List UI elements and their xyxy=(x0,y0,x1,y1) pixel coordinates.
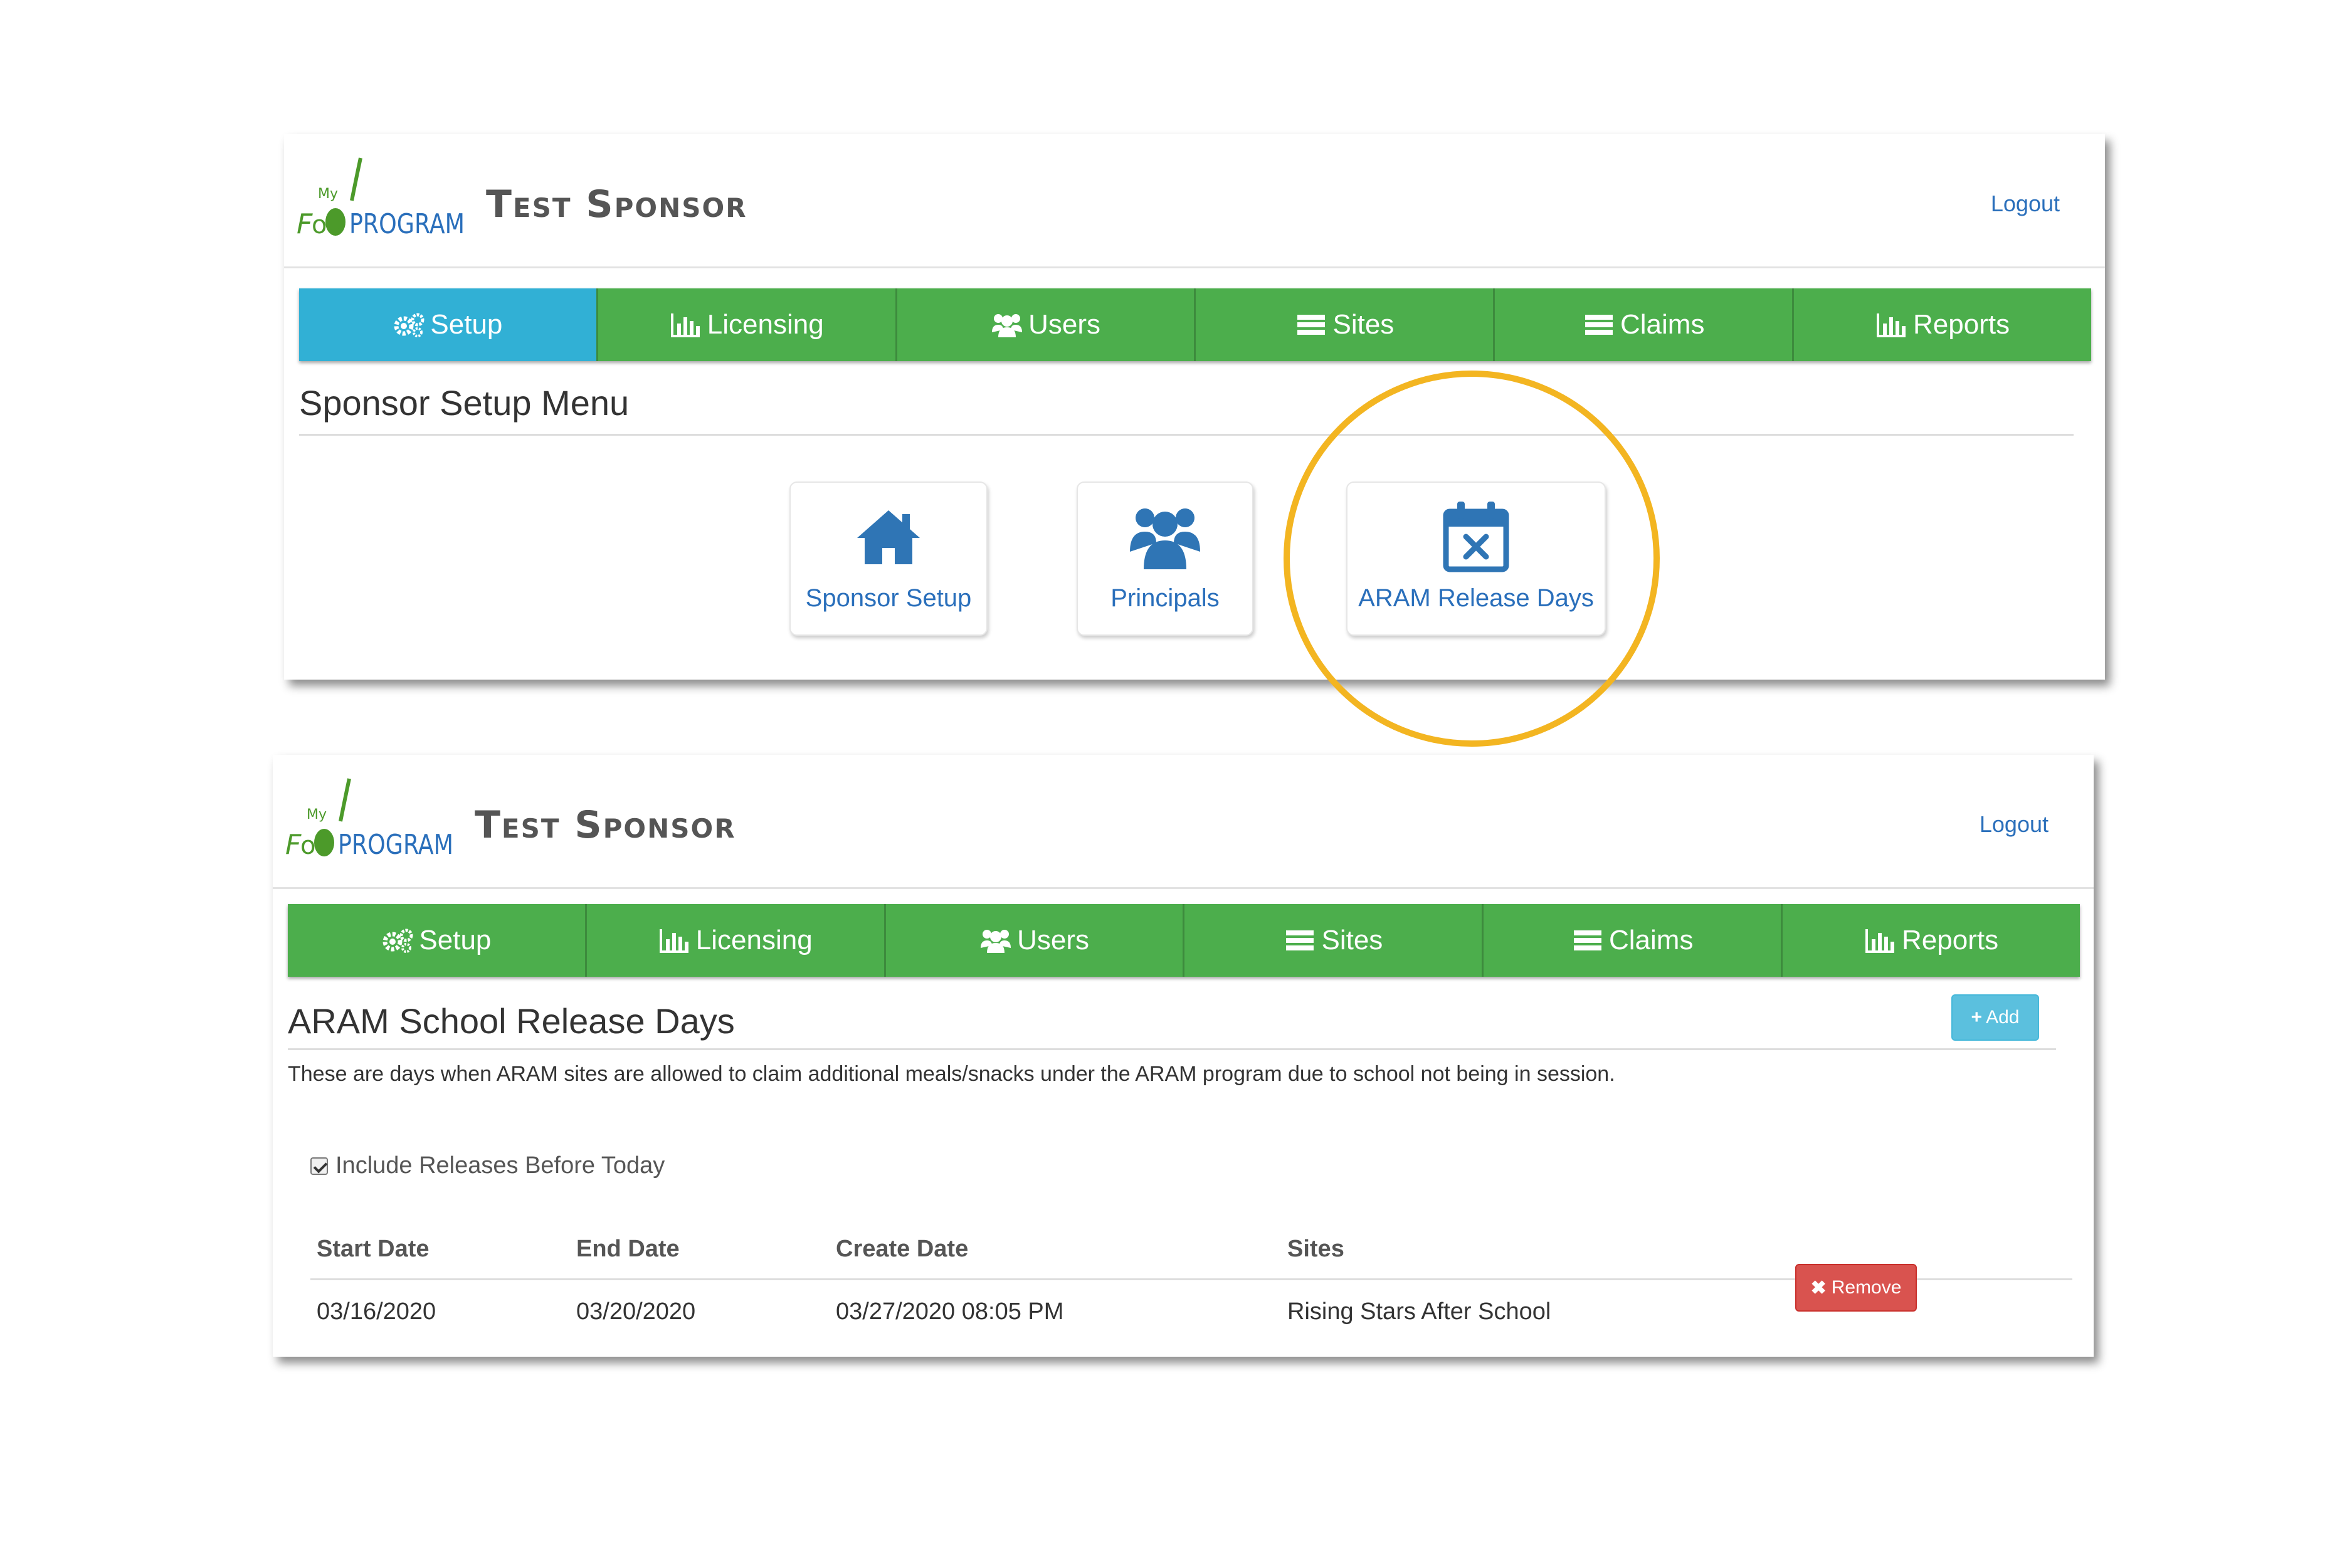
title-divider xyxy=(288,1048,2056,1050)
highlight-ring xyxy=(1284,371,1660,747)
column-header-create-date: Create Date xyxy=(836,1236,969,1262)
nav-sites-label: Sites xyxy=(1332,309,1395,340)
remove-button-label: Remove xyxy=(1831,1277,1902,1298)
nav-reports[interactable]: Reports xyxy=(1794,288,2091,361)
nav-setup[interactable]: Setup xyxy=(299,288,598,361)
nav-claims-label: Claims xyxy=(1609,925,1694,955)
close-icon: ✖ xyxy=(1810,1277,1827,1298)
sites-cell: Rising Stars After School xyxy=(1287,1298,1551,1325)
page-title: Sponsor Setup Menu xyxy=(299,383,630,423)
title-divider xyxy=(299,434,2074,436)
nav-setup[interactable]: Setup xyxy=(288,904,587,977)
users-icon xyxy=(1078,499,1252,574)
page-description: These are days when ARAM sites are allow… xyxy=(288,1062,1615,1086)
svg-text:My: My xyxy=(318,186,338,202)
nav-reports-label: Reports xyxy=(1913,309,2010,340)
app-header: My F oo PROGRAM Test Sponsor Logout xyxy=(273,755,2094,889)
add-button-label: Add xyxy=(1986,1007,2020,1028)
start-date-link[interactable]: 03/16/2020 xyxy=(317,1280,436,1343)
column-header-end-date: End Date xyxy=(576,1236,680,1262)
list-icon xyxy=(1571,927,1604,954)
create-date-cell: 03/27/2020 08:05 PM xyxy=(836,1298,1064,1325)
svg-text:PROGRAM: PROGRAM xyxy=(338,829,453,861)
sponsor-setup-label: Sponsor Setup xyxy=(805,584,972,612)
add-button[interactable]: + Add xyxy=(1951,994,2039,1041)
column-header-start-date: Start Date xyxy=(317,1236,430,1262)
main-nav: Setup Licensing Users Sites Claims Repor… xyxy=(299,288,2091,361)
list-icon xyxy=(1295,311,1327,339)
sponsor-name: Test Sponsor xyxy=(486,182,747,226)
nav-sites[interactable]: Sites xyxy=(1184,904,1484,977)
sponsor-setup-panel: My F oo PROGRAM Test Sponsor Logout Setu… xyxy=(284,134,2105,680)
sponsor-setup-tile[interactable]: Sponsor Setup xyxy=(789,481,988,636)
users-icon xyxy=(979,927,1012,954)
list-icon xyxy=(1284,927,1316,954)
nav-licensing[interactable]: Licensing xyxy=(586,904,886,977)
include-past-releases-option[interactable]: Include Releases Before Today xyxy=(310,1152,665,1179)
svg-text:F: F xyxy=(297,208,313,240)
nav-users-label: Users xyxy=(1028,309,1101,340)
nav-claims-label: Claims xyxy=(1620,309,1705,340)
nav-licensing[interactable]: Licensing xyxy=(598,288,897,361)
nav-sites-label: Sites xyxy=(1321,925,1383,955)
page-title: ARAM School Release Days xyxy=(288,1001,735,1041)
svg-text:My: My xyxy=(307,807,327,823)
include-past-releases-label: Include Releases Before Today xyxy=(335,1152,665,1179)
home-icon xyxy=(791,499,986,574)
sponsor-name: Test Sponsor xyxy=(475,803,736,847)
logout-link[interactable]: Logout xyxy=(1980,811,2049,838)
bar-chart-icon xyxy=(1864,927,1897,954)
remove-button[interactable]: ✖ Remove xyxy=(1795,1264,1917,1312)
logout-link[interactable]: Logout xyxy=(1991,191,2060,217)
nav-reports[interactable]: Reports xyxy=(1783,904,2080,977)
svg-text:PROGRAM: PROGRAM xyxy=(349,208,465,240)
nav-claims[interactable]: Claims xyxy=(1484,904,1783,977)
bar-chart-icon xyxy=(670,311,702,339)
nav-users[interactable]: Users xyxy=(885,904,1185,977)
my-food-program-logo[interactable]: My F oo PROGRAM xyxy=(297,157,466,245)
list-icon xyxy=(1583,311,1615,339)
end-date-cell: 03/20/2020 xyxy=(576,1298,696,1325)
bar-chart-icon xyxy=(658,927,691,954)
nav-setup-label: Setup xyxy=(430,309,503,340)
nav-licensing-label: Licensing xyxy=(707,309,824,340)
nav-users-label: Users xyxy=(1017,925,1090,955)
nav-sites[interactable]: Sites xyxy=(1196,288,1495,361)
bar-chart-icon xyxy=(1875,311,1908,339)
svg-text:F: F xyxy=(285,829,302,861)
include-past-releases-checkbox[interactable] xyxy=(310,1157,328,1175)
nav-users[interactable]: Users xyxy=(897,288,1196,361)
gears-icon xyxy=(393,311,425,339)
main-nav: Setup Licensing Users Sites Claims Repor… xyxy=(288,904,2080,977)
plus-icon: + xyxy=(1971,1007,1983,1028)
principals-tile[interactable]: Principals xyxy=(1077,481,1253,636)
nav-setup-label: Setup xyxy=(419,925,492,955)
nav-claims[interactable]: Claims xyxy=(1495,288,1795,361)
svg-text:oo: oo xyxy=(300,831,331,860)
users-icon xyxy=(991,311,1023,339)
principals-label: Principals xyxy=(1110,584,1220,612)
aram-release-days-panel: My F oo PROGRAM Test Sponsor Logout Setu… xyxy=(273,755,2094,1357)
svg-text:oo: oo xyxy=(312,211,342,239)
column-header-sites: Sites xyxy=(1287,1236,1344,1262)
my-food-program-logo[interactable]: My F oo PROGRAM xyxy=(285,777,455,865)
nav-licensing-label: Licensing xyxy=(695,925,813,955)
gears-icon xyxy=(381,927,414,954)
nav-reports-label: Reports xyxy=(1902,925,1999,955)
app-header: My F oo PROGRAM Test Sponsor Logout xyxy=(284,134,2105,268)
